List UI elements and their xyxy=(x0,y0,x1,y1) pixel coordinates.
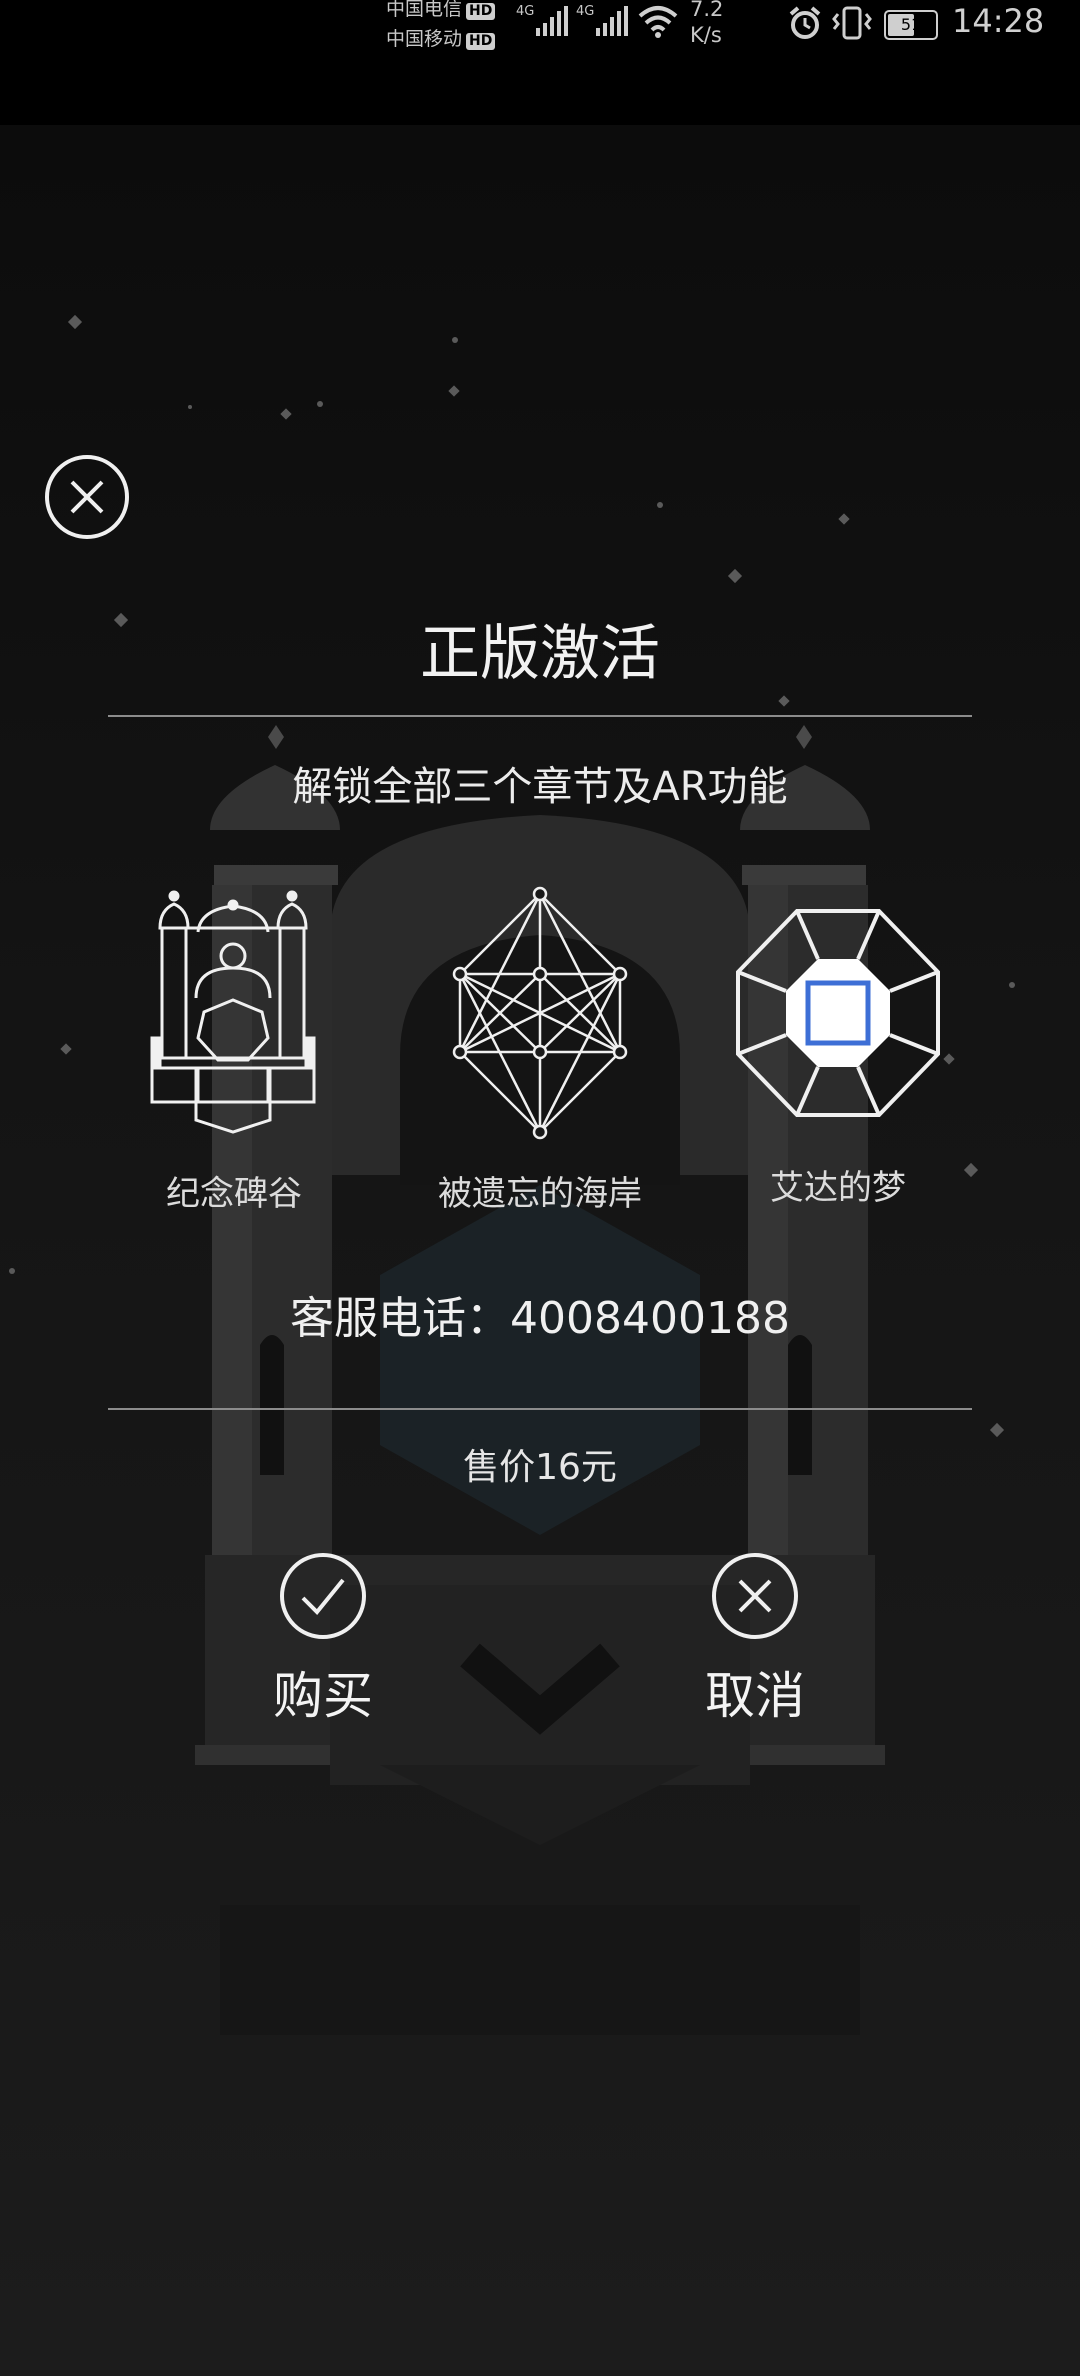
divider-top xyxy=(108,715,972,717)
cancel-icon xyxy=(712,1553,798,1639)
cancel-label: 取消 xyxy=(705,1667,805,1725)
divider-bottom xyxy=(108,1408,972,1410)
speed-value: 7.2 xyxy=(690,0,724,21)
buy-button[interactable]: 购买 xyxy=(223,1552,423,1728)
monument-icon xyxy=(150,890,316,1134)
network-type-2: 4G xyxy=(576,4,595,19)
alarm-icon xyxy=(789,6,821,39)
carrier-1: 中国电信 xyxy=(386,0,463,20)
hd-badge-1: HD xyxy=(466,3,496,20)
wifi-icon xyxy=(638,6,678,38)
price-label: 售价16元 xyxy=(463,1447,617,1488)
network-type-1: 4G xyxy=(516,4,535,19)
hd-badge-2: HD xyxy=(466,33,496,50)
clock: 14:28 xyxy=(952,2,1045,40)
chapter-label-idas-dream: 艾达的梦 xyxy=(770,1168,906,1208)
speed-unit: K/s xyxy=(690,23,722,47)
signal-icon-1 xyxy=(536,6,568,36)
idas-dream-icon xyxy=(736,909,940,1117)
battery-level: 51 xyxy=(900,15,922,34)
status-bar: 中国电信 HD 中国移动 HD 4G 4G 7.2 K/s 51 14:28 xyxy=(0,0,1080,125)
battery-icon: 51 xyxy=(884,10,938,40)
check-icon xyxy=(280,1553,366,1639)
close-dialog-button[interactable] xyxy=(45,455,129,539)
vibrate-icon xyxy=(832,6,872,40)
customer-service-phone: 客服电话：4008400188 xyxy=(290,1293,790,1344)
chapter-label-monument-valley: 纪念碑谷 xyxy=(166,1174,302,1214)
game-background xyxy=(0,125,1080,2376)
dialog-title: 正版激活 xyxy=(420,619,660,689)
chapter-label-forgotten-shores: 被遗忘的海岸 xyxy=(438,1174,642,1214)
forgotten-shores-icon xyxy=(452,886,628,1140)
buy-label: 购买 xyxy=(273,1667,373,1725)
monument-silhouette xyxy=(9,314,1015,2035)
carrier-2: 中国移动 xyxy=(386,28,463,50)
dialog-subtitle: 解锁全部三个章节及AR功能 xyxy=(292,764,788,810)
signal-icon-2 xyxy=(596,6,628,36)
network-speed: 7.2 K/s xyxy=(690,0,723,48)
carrier-info: 中国电信 HD 中国移动 HD xyxy=(386,0,496,54)
cancel-button[interactable]: 取消 xyxy=(655,1552,855,1728)
